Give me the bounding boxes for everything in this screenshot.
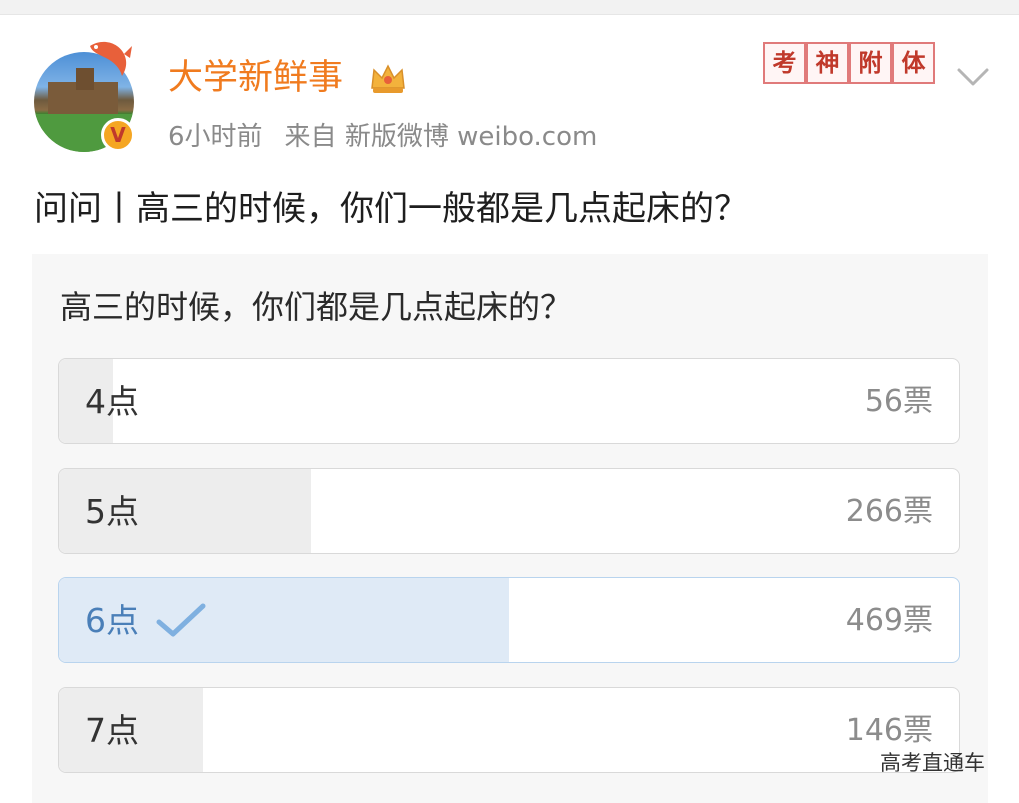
poll-question: 高三的时候，你们都是几点起床的？ (60, 288, 573, 326)
stamp-char: 体 (892, 42, 935, 84)
poll-option-votes: 56票 (864, 384, 933, 419)
stamp-char: 附 (849, 42, 892, 84)
post-source-prefix: 来自 (284, 122, 337, 152)
chevron-down-icon[interactable] (953, 62, 993, 92)
verified-badge: V (101, 118, 135, 152)
top-bar (0, 0, 1019, 15)
poll-option-5[interactable]: 5点 266票 (58, 468, 960, 554)
koi-fish-icon (90, 41, 132, 76)
poll-option-label: 7点 (85, 711, 139, 750)
post-time: 6小时前 (168, 122, 263, 152)
crown-icon (371, 64, 405, 93)
poll-option-label: 6点 (85, 601, 139, 640)
poll-option-label: 4点 (85, 382, 139, 421)
poll-option-4[interactable]: 4点 56票 (58, 358, 960, 444)
post-meta: 6小时前 来自 新版微博 weibo.com (168, 117, 597, 157)
stamp-decoration: 考 神 附 体 (763, 42, 937, 84)
username[interactable]: 大学新鲜事 (168, 56, 343, 100)
check-icon (156, 603, 206, 637)
watermark: 高考直通车 (880, 751, 985, 775)
poll-option-7[interactable]: 7点 146票 (58, 687, 960, 773)
poll-option-label: 5点 (85, 492, 139, 531)
stamp-char: 考 (763, 42, 806, 84)
post-text: 问问丨高三的时候，你们一般都是几点起床的？ (34, 189, 748, 229)
poll-option-votes: 266票 (845, 494, 933, 529)
poll-option-6[interactable]: 6点 469票 (58, 577, 960, 663)
poll-card: 高三的时候，你们都是几点起床的？ 4点 56票 5点 266票 6点 469票 … (32, 254, 988, 803)
stamp-char: 神 (806, 42, 849, 84)
post-source[interactable]: 新版微博 weibo.com (345, 122, 598, 152)
poll-option-votes: 469票 (845, 603, 933, 638)
